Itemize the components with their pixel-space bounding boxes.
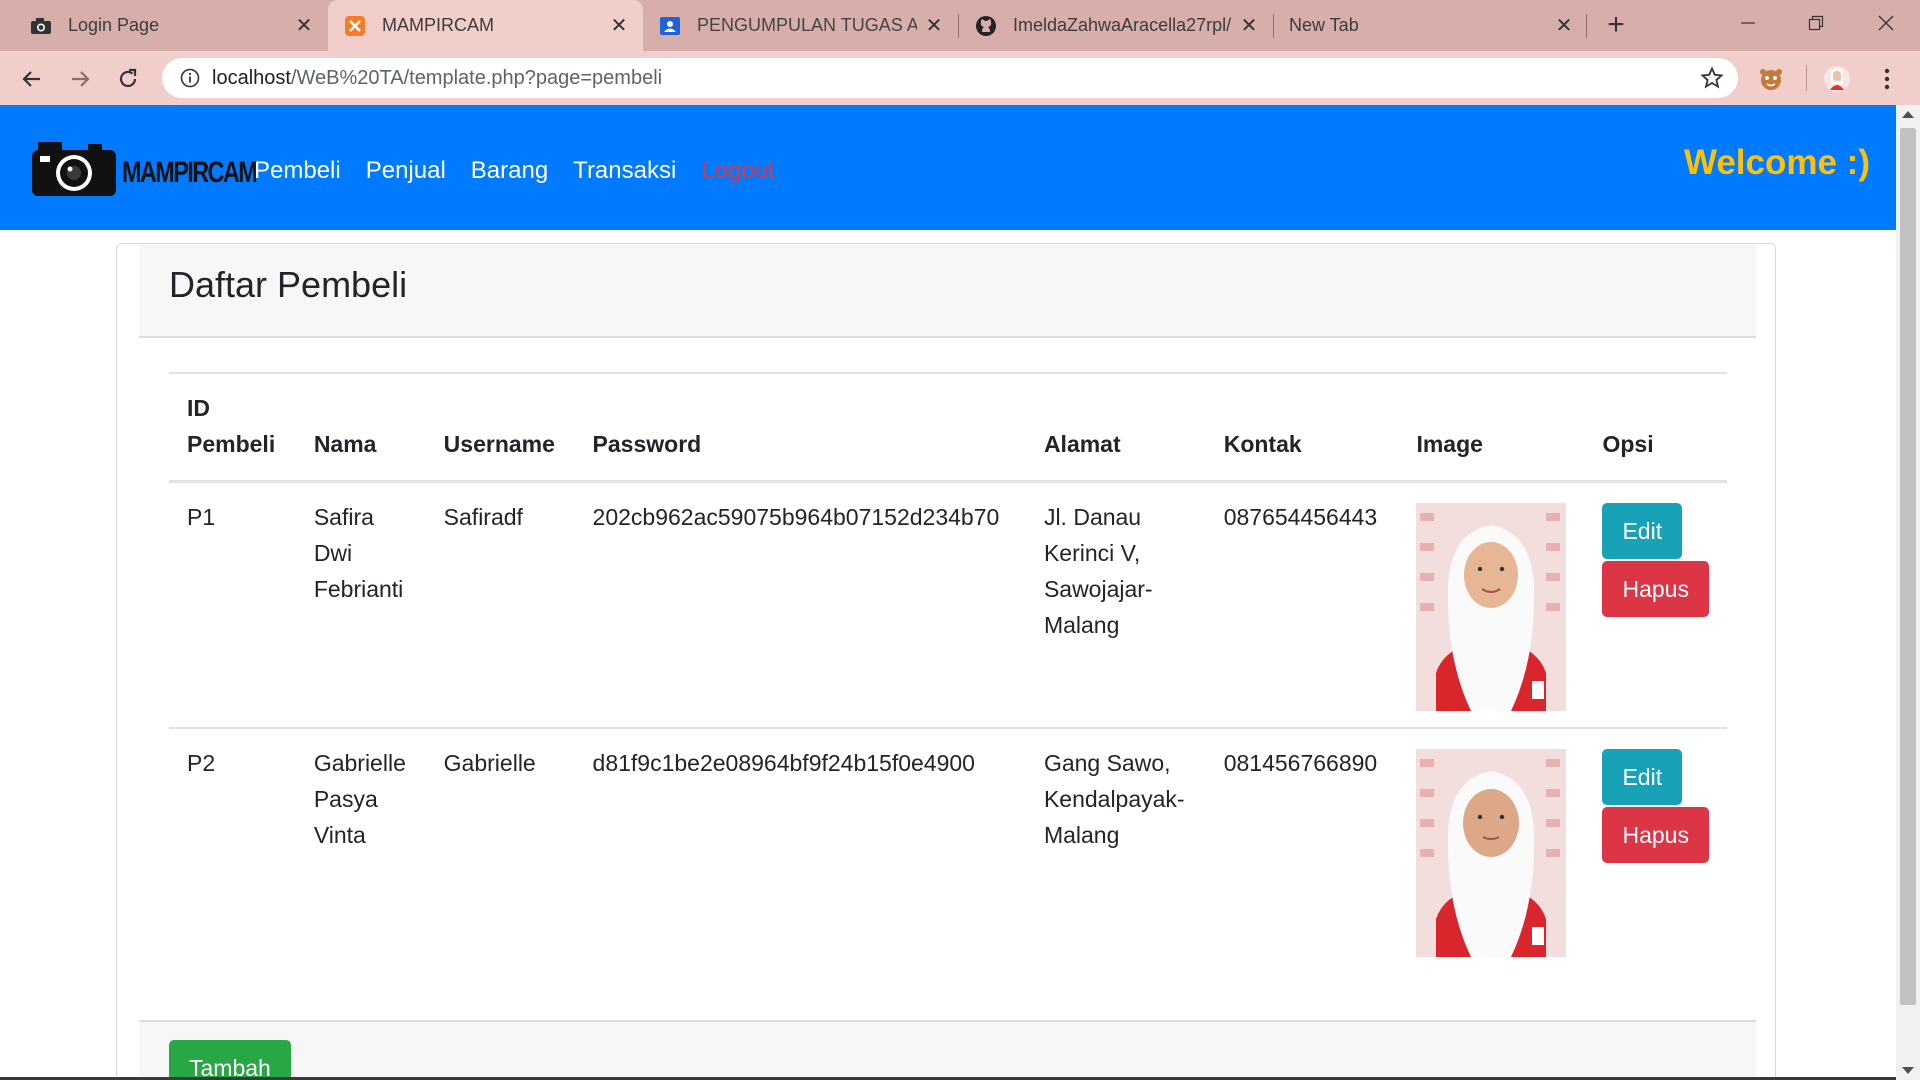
browser-tab-strip: Login Page ✕ MAMPIRCAM ✕ PENGUMPULAN TUG…	[0, 0, 1920, 51]
cell-opsi: Edit Hapus	[1584, 481, 1727, 729]
close-tab-icon[interactable]: ✕	[1552, 13, 1576, 37]
tab-github[interactable]: ImeldaZahwaAracella27rpl/ ✕	[959, 0, 1273, 51]
github-favicon-icon	[975, 15, 997, 37]
cell-id: P1	[169, 481, 296, 729]
cell-image	[1398, 728, 1584, 973]
hapus-button[interactable]: Hapus	[1602, 807, 1709, 863]
info-icon	[180, 68, 200, 88]
column-header-opsi: Opsi	[1584, 372, 1727, 483]
tab-title: ImeldaZahwaAracella27rpl/	[1013, 15, 1231, 35]
tab-title: PENGUMPULAN TUGAS AK	[697, 15, 917, 35]
site-navbar: MAMPIRCAM Pembeli Penjual Barang Transak…	[0, 105, 1896, 230]
cell-alamat: Jl. Danau Kerinci V, Sawojajar-Malang	[1025, 481, 1206, 729]
cell-nama: Gabrielle Pasya Vinta	[313, 750, 406, 848]
back-arrow-icon	[22, 71, 40, 87]
xampp-favicon-icon	[344, 15, 366, 37]
close-tab-icon[interactable]: ✕	[292, 13, 316, 37]
tab-title: MAMPIRCAM	[382, 15, 494, 35]
brand-logo[interactable]: MAMPIRCAM	[28, 138, 258, 200]
back-button[interactable]	[16, 63, 48, 95]
url-path: /WeB%20TA/template.php?page=pembeli	[290, 67, 663, 89]
tab-login-page[interactable]: Login Page ✕	[0, 0, 328, 51]
page-viewport: MAMPIRCAM Pembeli Penjual Barang Transak…	[0, 105, 1896, 1080]
browser-toolbar: localhost/WeB%20TA/template.php?page=pem…	[0, 51, 1920, 105]
nav-link-penjual[interactable]: Penjual	[366, 157, 446, 185]
menu-kebab-icon[interactable]	[1872, 64, 1902, 94]
cell-password: d81f9c1be2e08964bf9f24b15f0e4900	[592, 750, 975, 776]
toolbar-separator	[1806, 65, 1807, 91]
nav-link-pembeli[interactable]: Pembeli	[254, 157, 341, 185]
url-host: localhost	[212, 67, 291, 89]
tab-title: Login Page	[68, 15, 160, 35]
url-text: localhost/WeB%20TA/template.php?page=pem…	[212, 67, 662, 90]
card-footer: Tambah	[139, 1020, 1756, 1080]
nav-link-barang[interactable]: Barang	[471, 157, 548, 185]
reload-icon	[119, 68, 137, 88]
column-header-image: Image	[1398, 372, 1585, 483]
column-header-password: Password	[574, 372, 1026, 483]
pembeli-card: Daftar Pembeli ID Pembeli Nama Username …	[116, 243, 1776, 1080]
nav-link-logout[interactable]: Logout	[701, 157, 774, 185]
page-scrollbar[interactable]	[1896, 105, 1920, 1080]
column-header-username: Username	[425, 372, 575, 483]
tab-pengumpulan-tugas[interactable]: PENGUMPULAN TUGAS AK ✕	[643, 0, 958, 51]
buyer-photo	[1416, 503, 1567, 711]
table-row: P2 Gabrielle Pasya Vinta Gabrielle d81f9…	[169, 728, 1727, 973]
tab-separator	[1586, 14, 1587, 38]
cell-username: Safiradf	[425, 481, 575, 729]
column-header-id: ID Pembeli	[169, 372, 296, 483]
card-header: Daftar Pembeli	[139, 244, 1756, 338]
forward-button[interactable]	[64, 63, 96, 95]
profile-avatar-icon[interactable]	[1822, 64, 1852, 94]
cell-image	[1398, 481, 1585, 729]
cell-password: 202cb962ac59075b964b07152d234b70	[574, 481, 1026, 729]
cell-id: P2	[187, 750, 216, 776]
close-tab-icon[interactable]: ✕	[607, 13, 631, 37]
nav-link-transaksi[interactable]: Transaksi	[573, 157, 676, 185]
cell-kontak: 087654456443	[1205, 481, 1399, 729]
hapus-button[interactable]: Hapus	[1602, 561, 1709, 617]
table-row: P1 Safira Dwi Febrianti Safiradf 202cb96…	[169, 481, 1727, 729]
cell-kontak: 081456766890	[1223, 750, 1378, 776]
scroll-up-arrow-icon[interactable]	[1902, 111, 1914, 118]
camera-favicon-icon	[30, 15, 52, 37]
restore-icon[interactable]	[1796, 8, 1836, 38]
cell-nama: Safira Dwi Febrianti	[295, 481, 426, 729]
reload-button[interactable]	[112, 63, 144, 95]
edit-button[interactable]: Edit	[1602, 749, 1683, 805]
cell-opsi: Edit Hapus	[1584, 728, 1727, 973]
forward-arrow-icon	[72, 71, 90, 87]
minimize-icon[interactable]	[1728, 8, 1768, 38]
extension-icon[interactable]	[1756, 64, 1786, 94]
bookmark-star-icon[interactable]	[1700, 66, 1724, 90]
scroll-down-arrow-icon[interactable]	[1902, 1067, 1914, 1074]
tambah-button[interactable]: Tambah	[169, 1040, 291, 1080]
close-tab-icon[interactable]: ✕	[1237, 13, 1261, 37]
address-bar[interactable]: localhost/WeB%20TA/template.php?page=pem…	[162, 58, 1738, 98]
page-title: Daftar Pembeli	[169, 264, 408, 305]
new-tab-button[interactable]: +	[1602, 10, 1630, 40]
scrollbar-thumb[interactable]	[1900, 128, 1916, 1005]
edit-button[interactable]: Edit	[1602, 503, 1683, 559]
classroom-favicon-icon	[659, 15, 681, 37]
pembeli-table: ID Pembeli Nama Username Password Alamat…	[169, 372, 1727, 973]
table-header-row: ID Pembeli Nama Username Password Alamat…	[169, 372, 1727, 483]
brand-name: MAMPIRCAM	[122, 156, 258, 189]
column-header-alamat: Alamat	[1025, 372, 1206, 483]
close-window-icon[interactable]	[1866, 8, 1906, 38]
tab-title: New Tab	[1289, 15, 1359, 35]
column-header-nama: Nama	[295, 372, 426, 483]
tab-new-tab[interactable]: New Tab ✕	[1274, 0, 1588, 51]
welcome-message: Welcome :)	[1683, 143, 1870, 182]
close-tab-icon[interactable]: ✕	[922, 13, 946, 37]
column-header-kontak: Kontak	[1205, 372, 1399, 483]
buyer-photo	[1416, 749, 1567, 957]
cell-username: Gabrielle	[443, 750, 536, 776]
tab-mampircam[interactable]: MAMPIRCAM ✕	[328, 0, 643, 51]
column-header-label: ID Pembeli	[187, 395, 276, 457]
main-nav: Pembeli Penjual Barang Transaksi Logout	[254, 157, 800, 185]
cell-alamat: Gang Sawo, Kendalpayak-Malang	[1043, 750, 1185, 848]
